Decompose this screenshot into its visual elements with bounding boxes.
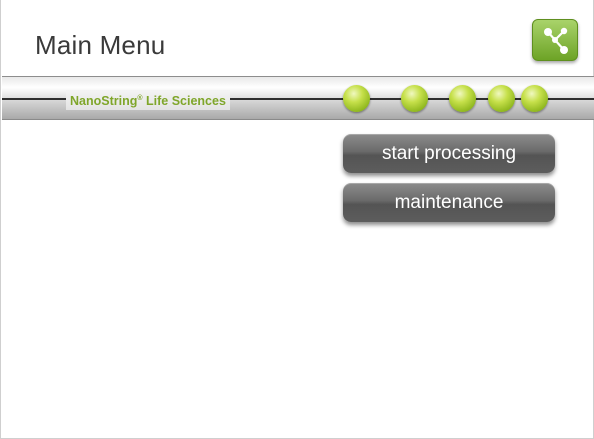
network-nodes-icon[interactable]	[532, 19, 578, 61]
maintenance-button[interactable]: maintenance	[343, 183, 555, 222]
status-indicator-dot	[521, 85, 548, 112]
brand-banner: NanoString® Life Sciences	[2, 76, 594, 120]
start-processing-button[interactable]: start processing	[343, 134, 555, 173]
main-menu-screen: Main Menu NanoString® Life Sciences star…	[0, 0, 594, 439]
brand-logo-text: NanoString® Life Sciences	[66, 90, 230, 111]
brand-registered-mark: ®	[137, 95, 143, 102]
brand-suffix: Life Sciences	[146, 94, 226, 109]
status-indicator-dot	[401, 85, 428, 112]
page-title: Main Menu	[35, 30, 166, 60]
status-indicator-dot	[343, 85, 370, 112]
status-indicator-dot	[449, 85, 476, 112]
brand-name: NanoString	[70, 94, 138, 109]
status-indicator-dot	[488, 85, 515, 112]
